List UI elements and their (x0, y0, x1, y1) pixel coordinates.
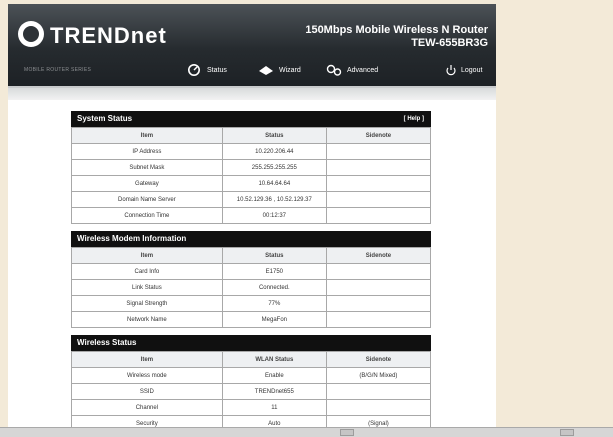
nav-wizard[interactable]: Wizard (258, 62, 301, 78)
column-header: Sidenote (325, 127, 432, 144)
brand-logo: TRENDnet (50, 23, 167, 48)
scroll-thumb[interactable] (340, 429, 354, 436)
note-cell (325, 175, 432, 192)
table-row: SSID TRENDnet655 (71, 383, 432, 400)
note-cell (325, 279, 432, 296)
series-label: MOBILE ROUTER SERIES (24, 67, 92, 73)
item-cell: Subnet Mask (71, 159, 223, 176)
wireless-status-table: Item WLAN Status Sidenote Wireless mode … (71, 351, 432, 432)
note-cell (325, 295, 432, 312)
advanced-icon (326, 64, 342, 76)
item-cell: Domain Name Server (71, 191, 223, 208)
table-header-row: Item WLAN Status Sidenote (71, 351, 432, 368)
system-status-section: System Status [ Help ] Item Status Siden… (71, 111, 432, 224)
note-cell: (B/G/N Mixed) (325, 367, 432, 384)
table-row: Signal Strength 77% (71, 295, 432, 312)
item-cell: Card Info (71, 263, 223, 280)
nav-advanced[interactable]: Advanced (326, 62, 378, 78)
table-row: Connection Time 00:12:37 (71, 207, 432, 224)
status-cell: Connected. (221, 279, 327, 296)
column-header: Status (221, 247, 327, 264)
status-cell: TRENDnet655 (221, 383, 327, 400)
column-header: Sidenote (325, 351, 432, 368)
status-cell: Enable (221, 367, 327, 384)
item-cell: SSID (71, 383, 223, 400)
note-cell (325, 159, 432, 176)
column-header: Item (71, 351, 223, 368)
item-cell: Link Status (71, 279, 223, 296)
status-cell: 11 (221, 399, 327, 416)
status-cell: 10.52.129.36 , 10.52.129.37 (221, 191, 327, 208)
table-row: IP Address 10.220.206.44 (71, 143, 432, 160)
note-cell (325, 143, 432, 160)
product-model: TEW-655BR3G (411, 37, 488, 49)
nav-status[interactable]: Status (186, 62, 227, 78)
wireless-status-section: Wireless Status Item WLAN Status Sidenot… (71, 335, 432, 432)
logout-button[interactable]: Logout (446, 62, 482, 78)
note-cell (325, 207, 432, 224)
router-admin-page: TRENDnet 150Mbps Mobile Wireless N Route… (8, 4, 496, 436)
column-header: Item (71, 127, 223, 144)
trendnet-logo-icon (18, 21, 44, 47)
wireless-modem-section: Wireless Modem Information Item Status S… (71, 231, 432, 328)
table-row: Card Info E1750 (71, 263, 432, 280)
status-cell: 10.64.64.64 (221, 175, 327, 192)
table-header-row: Item Status Sidenote (71, 247, 432, 264)
column-header: WLAN Status (221, 351, 327, 368)
note-cell (325, 263, 432, 280)
sub-nav-bar (8, 88, 496, 100)
wireless-status-title: Wireless Status (77, 338, 137, 347)
table-row: Subnet Mask 255.255.255.255 (71, 159, 432, 176)
status-cell: 10.220.206.44 (221, 143, 327, 160)
wizard-icon (259, 66, 273, 75)
system-status-table: Item Status Sidenote IP Address 10.220.2… (71, 127, 432, 224)
wireless-modem-title: Wireless Modem Information (77, 234, 187, 243)
table-header-row: Item Status Sidenote (71, 127, 432, 144)
item-cell: Network Name (71, 311, 223, 328)
status-cell: 77% (221, 295, 327, 312)
logout-icon (446, 65, 456, 76)
column-header: Sidenote (325, 247, 432, 264)
note-cell (325, 383, 432, 400)
note-cell (325, 311, 432, 328)
section-title: Wireless Status (71, 335, 431, 351)
table-row: Gateway 10.64.64.64 (71, 175, 432, 192)
nav-status-label: Status (207, 66, 227, 74)
status-cell: 00:12:37 (221, 207, 327, 224)
section-title: System Status [ Help ] (71, 111, 431, 127)
header-bar: TRENDnet 150Mbps Mobile Wireless N Route… (8, 4, 496, 86)
nav-wizard-label: Wizard (279, 66, 301, 74)
status-cell: MegaFon (221, 311, 327, 328)
note-cell (325, 191, 432, 208)
status-cell: 255.255.255.255 (221, 159, 327, 176)
logout-label: Logout (461, 66, 483, 74)
column-header: Item (71, 247, 223, 264)
nav-advanced-label: Advanced (347, 66, 379, 74)
table-row: Channel 11 (71, 399, 432, 416)
item-cell: Connection Time (71, 207, 223, 224)
item-cell: Channel (71, 399, 223, 416)
product-name: 150Mbps Mobile Wireless N Router (305, 24, 488, 36)
wireless-modem-table: Item Status Sidenote Card Info E1750 Lin… (71, 247, 432, 328)
status-icon (188, 64, 200, 76)
product-title: 150Mbps Mobile Wireless N Router TEW-655… (305, 24, 488, 50)
status-cell: E1750 (221, 263, 327, 280)
item-cell: IP Address (71, 143, 223, 160)
system-status-title: System Status (77, 114, 133, 123)
item-cell: Wireless mode (71, 367, 223, 384)
section-title: Wireless Modem Information (71, 231, 431, 247)
table-row: Wireless mode Enable (B/G/N Mixed) (71, 367, 432, 384)
scroll-right-button[interactable] (560, 429, 574, 436)
help-link[interactable]: [ Help ] (404, 112, 424, 126)
table-row: Network Name MegaFon (71, 311, 432, 328)
item-cell: Signal Strength (71, 295, 223, 312)
table-row: Link Status Connected. (71, 279, 432, 296)
column-header: Status (221, 127, 327, 144)
note-cell (325, 399, 432, 416)
item-cell: Gateway (71, 175, 223, 192)
table-row: Domain Name Server 10.52.129.36 , 10.52.… (71, 191, 432, 208)
status-content: System Status [ Help ] Item Status Siden… (71, 111, 432, 436)
